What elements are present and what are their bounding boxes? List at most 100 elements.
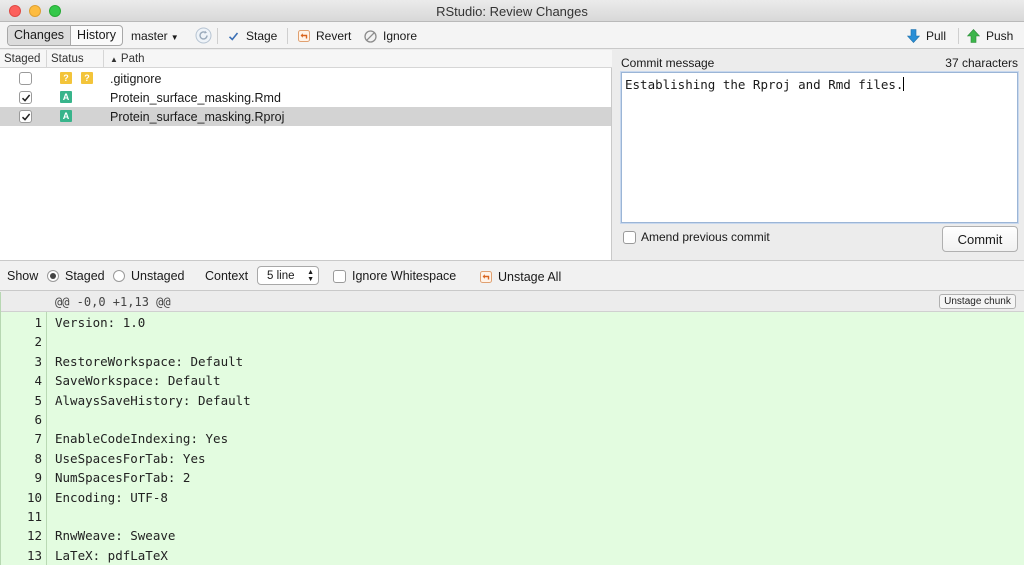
column-divider [46,50,47,68]
line-number: 1 [34,315,42,330]
arrow-down-icon [907,29,920,43]
ignore-button[interactable]: Ignore [364,28,417,44]
diff-line: 8 UseSpacesForTab: Yes [1,449,1024,468]
window-title: RStudio: Review Changes [436,4,588,19]
unstaged-radio-label: Unstaged [131,269,185,283]
commit-button[interactable]: Commit [942,226,1018,252]
sort-ascending-icon: ▲ [110,55,118,64]
toolbar-divider [217,28,218,44]
review-changes-window: RStudio: Review Changes Changes History … [0,0,1024,565]
line-content: LaTeX: pdfLaTeX [55,547,168,563]
commit-message-input[interactable]: Establishing the Rproj and Rmd files. [621,72,1018,223]
chevron-down-icon: ▼ [170,33,179,42]
ignore-whitespace-label: Ignore Whitespace [352,269,457,283]
arrow-up-icon [967,29,980,43]
show-label: Show [7,269,39,283]
file-row[interactable]: A Protein_surface_masking.Rmd [0,88,611,107]
title-bar: RStudio: Review Changes [0,0,1024,22]
tab-changes[interactable]: Changes [8,26,72,45]
push-label: Push [986,29,1014,43]
diff-line: 3 RestoreWorkspace: Default [1,352,1024,371]
line-number: 9 [34,470,42,486]
push-button[interactable]: Push [967,28,1013,44]
column-divider [103,50,104,68]
unstage-all-button[interactable]: Unstage All [480,270,561,284]
text-cursor [903,77,905,91]
line-number: 7 [34,431,42,447]
ignore-whitespace-toggle[interactable]: Ignore Whitespace [333,269,456,283]
changed-files-pane: Staged Status ▲ Path ? ? .gitignore A Pro… [0,50,612,260]
file-path: Protein_surface_masking.Rproj [110,110,285,124]
diff-toolbar: Show Staged Unstaged Context 5 line ▲ ▼ I… [0,260,1024,291]
radio-button-selected[interactable] [47,270,59,282]
staged-checkbox[interactable] [19,72,32,85]
files-table-header: Staged Status ▲ Path [0,50,612,68]
undo-icon [480,271,492,283]
amend-checkbox[interactable] [623,230,636,244]
toolbar-divider [287,28,288,44]
file-path: .gitignore [110,72,162,86]
line-content: RnwWeave: Sweave [55,528,176,544]
line-number: 4 [34,373,42,389]
line-number: 11 [26,509,42,524]
show-staged-radio[interactable]: Staged [47,269,105,283]
chunk-header-text: @@ -0,0 +1,13 @@ [55,295,171,309]
unstage-all-label: Unstage All [498,270,562,284]
column-header-status[interactable]: Status [51,53,84,65]
ignore-icon [364,29,377,43]
file-row[interactable]: ? ? .gitignore [0,69,611,88]
checkmark-icon [21,94,30,102]
revert-label: Revert [316,29,352,43]
staged-checkbox[interactable] [19,110,32,123]
ignore-whitespace-checkbox[interactable] [333,269,346,283]
diff-line: 6 [1,410,1024,429]
radio-button[interactable] [113,270,125,282]
column-header-path-label: Path [120,53,145,65]
main-toolbar: Changes History master ▼ Stage Revert Ig… [0,22,1024,49]
diff-line: 4 SaveWorkspace: Default [1,371,1024,390]
pull-label: Pull [926,29,947,43]
branch-dropdown[interactable]: master ▼ [131,29,179,43]
pull-button[interactable]: Pull [907,28,946,44]
line-content: AlwaysSaveHistory: Default [55,392,251,408]
column-header-staged[interactable]: Staged [4,53,40,65]
unstage-chunk-button[interactable]: Unstage chunk [939,294,1016,309]
context-lines-select[interactable]: 5 line ▲ ▼ [257,266,319,285]
diff-line: 13 LaTeX: pdfLaTeX [1,546,1024,565]
toolbar-divider [958,28,959,44]
commit-message-label: Commit message [621,56,715,70]
chunk-header: @@ -0,0 +1,13 @@ Unstage chunk [1,292,1024,312]
diff-line: 7 EnableCodeIndexing: Yes [1,429,1024,448]
line-number: 10 [26,489,42,505]
line-number: 13 [26,547,42,563]
line-number: 5 [34,392,42,408]
staged-checkbox[interactable] [19,91,32,104]
column-header-path[interactable]: ▲ Path [110,53,145,65]
line-number: 6 [34,412,42,427]
line-content: Encoding: UTF-8 [55,489,168,505]
refresh-icon[interactable] [195,27,212,44]
file-row-selected[interactable]: A Protein_surface_masking.Rproj [0,107,611,126]
view-switcher: Changes History [7,25,123,46]
line-number: 2 [34,334,42,350]
commit-message-text: Establishing the Rproj and Rmd files. [625,77,904,92]
checkmark-icon [21,113,30,121]
revert-icon [297,30,310,43]
line-number: 3 [34,353,42,369]
diff-line: 2 [1,332,1024,351]
amend-commit-toggle[interactable]: Amend previous commit [623,230,770,244]
diff-line: 11 [1,507,1024,526]
revert-button[interactable]: Revert [297,28,351,44]
line-content: NumSpacesForTab: 2 [55,470,191,486]
branch-name: master [131,29,168,43]
diff-line: 10 Encoding: UTF-8 [1,488,1024,507]
diff-line: 12 RnwWeave: Sweave [1,526,1024,545]
status-added-badge: A [60,110,72,122]
status-untracked-badge: ? [60,72,72,84]
amend-label: Amend previous commit [641,230,770,244]
tab-history[interactable]: History [71,26,122,45]
show-unstaged-radio[interactable]: Unstaged [113,269,185,283]
stage-button[interactable]: Stage [227,28,277,44]
character-count: 37 characters [945,56,1018,70]
diff-line: 5 AlwaysSaveHistory: Default [1,391,1024,410]
